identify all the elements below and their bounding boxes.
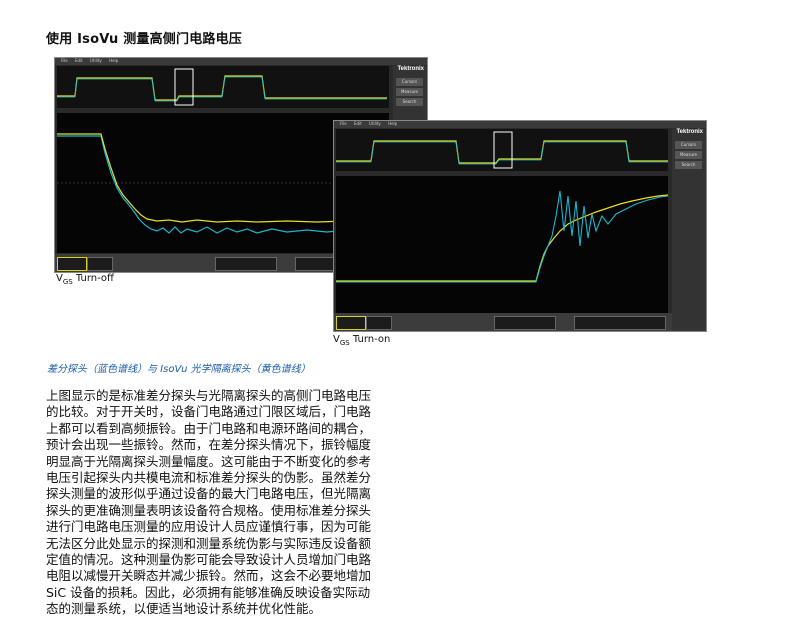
cursors-button[interactable]: Cursors bbox=[675, 141, 702, 149]
overview-trace bbox=[57, 68, 387, 106]
search-button[interactable]: Search bbox=[396, 98, 423, 106]
paragraph-line: 探头测量的波形似乎通过设备的最大门电路电压，但光隔离 bbox=[46, 486, 372, 502]
channel-badge[interactable] bbox=[57, 257, 87, 271]
scope-bottom-bar bbox=[334, 313, 672, 331]
body-paragraph: 上图显示的是标准差分探头与光隔离探头的高侧门电路电压 的比较。对于开关时，设备门… bbox=[46, 388, 396, 618]
brand-logo: Tektronix bbox=[676, 129, 703, 135]
channel-badge[interactable] bbox=[87, 257, 113, 271]
figure-caption: 差分探头（蓝色谱线）与 IsoVu 光学隔离探头（黄色谱线） bbox=[47, 364, 311, 375]
paragraph-line: SiC 设备的损耗。因此，必须拥有能够准确反映设备实际动 bbox=[46, 584, 371, 600]
paragraph-line: 预计会出现一些振铃。然而，在差分探头情况下，振铃幅度 bbox=[46, 437, 372, 453]
menu-file[interactable]: File bbox=[61, 58, 68, 63]
measure-button[interactable]: Measure bbox=[396, 88, 423, 96]
menu-file[interactable]: File bbox=[340, 121, 347, 126]
paragraph-line: 的比较。对于开关时，设备门电路通过门限区域后，门电路 bbox=[46, 404, 372, 420]
menu-utility[interactable]: Utility bbox=[90, 58, 102, 63]
paragraph-line: 上都可以看到高频振铃。由于门电路和电源环路间的耦合， bbox=[46, 420, 372, 436]
caption-turn-off: VGS Turn-off bbox=[56, 273, 114, 286]
menu-utility[interactable]: Utility bbox=[369, 121, 381, 126]
paragraph-line: 上图显示的是标准差分探头与光隔离探头的高侧门电路电压 bbox=[46, 388, 372, 403]
cursors-button[interactable]: Cursors bbox=[396, 78, 423, 86]
paragraph-line: 探头的更准确测量表明该设备符合规格。使用标准差分探头 bbox=[46, 502, 372, 518]
scope-menubar: File Edit Utility Help bbox=[334, 121, 706, 128]
menu-edit[interactable]: Edit bbox=[75, 58, 83, 63]
page-title: 使用 IsoVu 测量高侧门电路电压 bbox=[46, 32, 243, 47]
overview-trace bbox=[336, 131, 668, 169]
measure-button[interactable]: Measure bbox=[675, 151, 702, 159]
paragraph-line: 定值的情况。这种测量伪影可能会导致设计人员增加门电路 bbox=[46, 552, 372, 568]
menu-help[interactable]: Help bbox=[388, 121, 397, 126]
waveform-traces bbox=[336, 190, 668, 283]
paragraph-line: 态的测量系统，以便适当地设计系统并优化性能。 bbox=[46, 601, 322, 617]
paragraph-line: 电阻以减慢开关瞬态并减少振铃。然而，这会不必要地增加 bbox=[46, 568, 372, 584]
caption-turn-on: VGS Turn-on bbox=[333, 334, 391, 347]
paragraph-line: 无法区分此处显示的探测和测量系统伪影与实际违反设备额 bbox=[46, 535, 372, 551]
search-button[interactable]: Search bbox=[675, 161, 702, 169]
controls-group[interactable] bbox=[494, 316, 556, 330]
waveform-overview bbox=[336, 129, 668, 171]
channel-badge[interactable] bbox=[336, 316, 366, 330]
channel-badge[interactable] bbox=[366, 316, 392, 330]
brand-logo: Tektronix bbox=[397, 66, 424, 72]
waveform-main bbox=[336, 176, 668, 316]
scope-screenshot-turn-on: File Edit Utility Help Tektronix Cursors… bbox=[333, 120, 707, 332]
paragraph-line: 明显高于光隔离探头测量幅度。这可能由于不断变化的参考 bbox=[46, 453, 372, 469]
paragraph-line: 电压引起探头内共模电流和标准差分探头的伪影。虽然差分 bbox=[46, 470, 372, 486]
menu-help[interactable]: Help bbox=[109, 58, 118, 63]
menu-edit[interactable]: Edit bbox=[354, 121, 362, 126]
paragraph-line: 进行门电路电压测量的应用设计人员应谨慎行事，因为可能 bbox=[46, 519, 372, 535]
waveform-overview bbox=[57, 66, 389, 108]
timebase-panel[interactable] bbox=[574, 316, 666, 330]
scope-menubar: File Edit Utility Help bbox=[55, 58, 427, 65]
scope-side-panel: Tektronix Cursors Measure Search bbox=[672, 129, 706, 331]
controls-group[interactable] bbox=[215, 257, 277, 271]
